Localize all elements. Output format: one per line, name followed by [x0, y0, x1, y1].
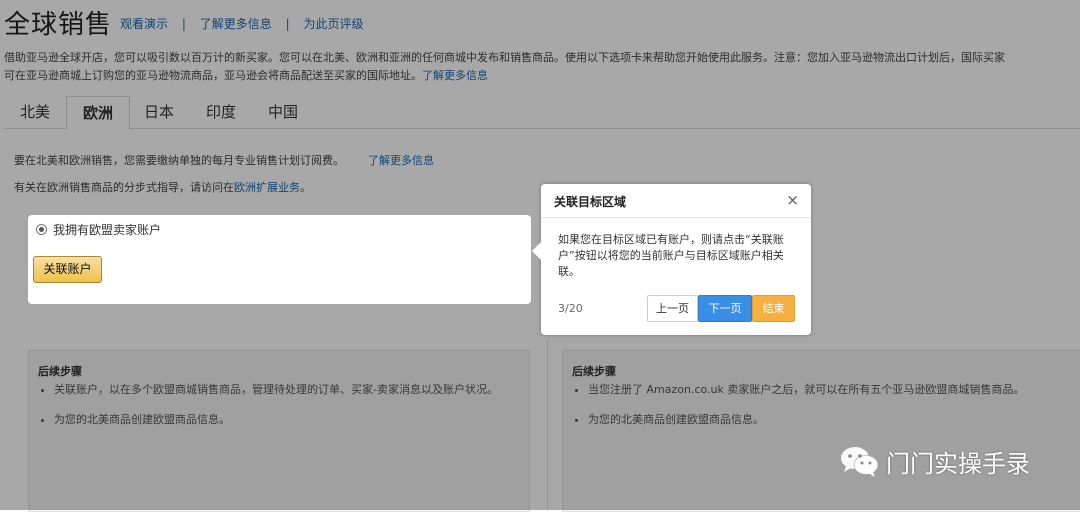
watermark-text: 门门实操手录: [886, 450, 1030, 478]
watermark: 门门实操手录: [840, 444, 1030, 479]
highlighted-account-section: 我拥有欧盟卖家账户 关联账户: [28, 215, 531, 304]
tour-popover: 关联目标区域 × 如果您在目标区域已有账户，则请点击“关联账户”按钮以将您的当前…: [532, 184, 811, 335]
next-button[interactable]: 下一页: [698, 295, 752, 322]
popover-header: 关联目标区域 ×: [541, 184, 811, 218]
close-icon[interactable]: ×: [786, 191, 799, 209]
radio-selected-icon[interactable]: [36, 224, 47, 235]
prev-button[interactable]: 上一页: [647, 295, 698, 322]
popover-body: 如果您在目标区域已有账户，则请点击“关联账户”按钮以将您的当前账户与目标区域账户…: [558, 233, 784, 278]
end-button[interactable]: 结束: [752, 295, 795, 322]
popover-arrow: [532, 242, 541, 260]
eu-account-option[interactable]: 我拥有欧盟卖家账户: [36, 221, 161, 238]
eu-account-label: 我拥有欧盟卖家账户: [53, 223, 162, 237]
popover-title: 关联目标区域: [554, 195, 627, 209]
link-account-button[interactable]: 关联账户: [33, 256, 102, 283]
wechat-icon: [841, 446, 879, 477]
step-counter: 3/20: [558, 302, 583, 315]
